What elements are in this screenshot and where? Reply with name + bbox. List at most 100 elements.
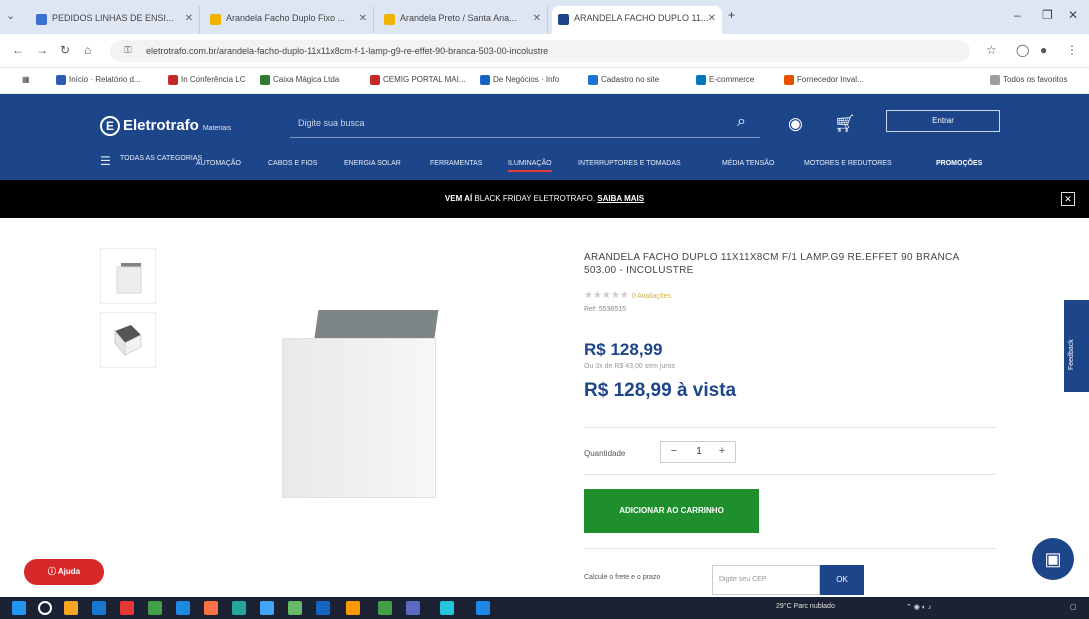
taskbar-search-icon[interactable]: [38, 601, 52, 615]
close-icon[interactable]: ✕: [533, 13, 541, 24]
product-main-image[interactable]: [282, 310, 439, 498]
tab-search-icon[interactable]: ⌄: [6, 9, 26, 25]
nav-automacao[interactable]: AUTOMAÇÃO: [196, 160, 241, 167]
reload-icon[interactable]: ↻: [60, 43, 70, 57]
nav-cabos-e-fios[interactable]: CABOS E FIOS: [268, 160, 317, 167]
lamp-side-thumb-icon: [114, 325, 142, 357]
browser-menu-icon[interactable]: ⋮: [1066, 43, 1078, 57]
quantity-label: Quantidade: [584, 449, 626, 458]
calculate-shipping-button[interactable]: OK: [820, 565, 864, 595]
taskbar-app-icon[interactable]: [288, 601, 302, 615]
browser-tab-3[interactable]: Arandela Preto / Santa Ana... ✕: [378, 6, 548, 34]
bookmark-favicon: [56, 75, 66, 85]
minimize-icon[interactable]: –: [1014, 8, 1021, 22]
site-logo[interactable]: E Eletrotrafo Materiais: [100, 116, 231, 136]
taskbar-app-icon[interactable]: [176, 601, 190, 615]
bookmark-item[interactable]: In Conferência LC: [168, 75, 246, 85]
rating-stars[interactable]: ★★★★★ 0 Avaliações: [584, 290, 671, 301]
login-button[interactable]: Entrar: [886, 110, 1000, 132]
url-bar[interactable]: ⚿ eletrotrafo.com.br/arandela-facho-dupl…: [110, 40, 970, 62]
close-icon[interactable]: ✕: [708, 13, 716, 24]
apps-grid-icon[interactable]: ▦: [22, 75, 30, 84]
banner-close-icon[interactable]: ✕: [1061, 192, 1075, 206]
taskbar-app-icon[interactable]: [92, 601, 106, 615]
quantity-stepper: − 1 +: [660, 441, 736, 463]
windows-start-icon[interactable]: [12, 601, 26, 615]
bookmark-item[interactable]: Início · Relatório d...: [56, 75, 141, 85]
weather-widget[interactable]: 29°C Parc nublado: [776, 603, 835, 610]
profile-avatar-icon[interactable]: ●: [1040, 43, 1047, 57]
logo-mark-icon: E: [100, 116, 120, 136]
quantity-value[interactable]: 1: [691, 446, 707, 457]
bookmark-label: Cadastro no site: [601, 75, 660, 84]
search-icon[interactable]: ⌕: [737, 113, 746, 131]
taskbar-app-icon[interactable]: [260, 601, 274, 615]
task-view-icon[interactable]: [64, 601, 78, 615]
increase-quantity-button[interactable]: +: [715, 445, 729, 457]
taskbar-app-icon[interactable]: [120, 601, 134, 615]
taskbar-app-icon[interactable]: [204, 601, 218, 615]
all-bookmarks-folder[interactable]: Todos os favoritos: [990, 75, 1067, 85]
folder-icon: [990, 75, 1000, 85]
divider: [584, 548, 996, 549]
help-button[interactable]: ⓘ Ajuda: [24, 559, 104, 585]
cart-icon[interactable]: 🛒︎: [834, 114, 856, 134]
close-icon[interactable]: ✕: [185, 13, 193, 24]
bookmark-star-icon[interactable]: ☆: [986, 43, 997, 57]
chat-bubble-icon[interactable]: ▣: [1032, 538, 1074, 580]
notifications-icon[interactable]: ▢: [1070, 603, 1077, 611]
banner-link[interactable]: SAIBA MAIS: [597, 194, 644, 203]
browser-tab-active[interactable]: ARANDELA FACHO DUPLO 11... ✕: [552, 6, 722, 34]
bookmark-item[interactable]: E-commerce: [696, 75, 754, 85]
restore-icon[interactable]: ❐: [1042, 8, 1053, 22]
nav-motores[interactable]: MOTORES E REDUTORES: [804, 160, 892, 167]
nav-interruptores[interactable]: INTERRUPTORES E TOMADAS: [578, 160, 681, 167]
bookmark-item[interactable]: Cadastro no site: [588, 75, 660, 85]
add-to-cart-button[interactable]: ADICIONAR AO CARRINHO: [584, 489, 759, 533]
back-arrow-icon[interactable]: ←: [12, 43, 24, 57]
taskbar-app-icon[interactable]: [378, 601, 392, 615]
bookmark-label: In Conferência LC: [181, 75, 246, 84]
bookmark-item[interactable]: Fornecedor Inval...: [784, 75, 864, 85]
system-tray-icons[interactable]: ⌃ ◉ ◐ ♪: [906, 603, 932, 611]
bookmark-label: CEMIG PORTAL MAI...: [383, 75, 466, 84]
bookmark-favicon: [370, 75, 380, 85]
nav-iluminacao[interactable]: ILUMINAÇÃO: [508, 160, 552, 172]
nav-energia-solar[interactable]: ENERGIA SOLAR: [344, 160, 401, 167]
taskbar-app-icon[interactable]: [440, 601, 454, 615]
browser-tab-2[interactable]: Arandela Facho Duplo Fixo ... ✕: [204, 6, 374, 34]
taskbar-app-icon[interactable]: [406, 601, 420, 615]
chrome-taskbar-icon[interactable]: [346, 601, 360, 615]
bookmark-label: Fornecedor Inval...: [797, 75, 864, 84]
bookmark-item[interactable]: De Negócios · Info: [480, 75, 559, 85]
review-count[interactable]: 0 Avaliações: [632, 293, 671, 300]
site-info-icon[interactable]: ⚿: [124, 45, 132, 56]
browser-tab-1[interactable]: PEDIDOS LINHAS DE ENSI... ✕: [30, 6, 200, 34]
extensions-icon[interactable]: ◯: [1016, 43, 1029, 57]
cep-input[interactable]: Digite seu CEP: [712, 565, 820, 595]
taskbar-app-icon[interactable]: [148, 601, 162, 615]
search-input[interactable]: [298, 114, 718, 132]
all-categories-menu[interactable]: ☰ TODAS AS CATEGORIAS: [100, 154, 202, 167]
taskbar-app-icon[interactable]: [316, 601, 330, 615]
bookmark-item[interactable]: Caixa Mágica Ltda: [260, 75, 339, 85]
tab-label-4: ARANDELA FACHO DUPLO 11...: [574, 13, 709, 23]
taskbar-app-icon[interactable]: [476, 601, 490, 615]
decrease-quantity-button[interactable]: −: [667, 445, 681, 457]
forward-arrow-icon[interactable]: →: [36, 43, 48, 57]
bookmark-item[interactable]: CEMIG PORTAL MAI...: [370, 75, 466, 85]
product-thumbnail-1[interactable]: [100, 248, 156, 304]
new-tab-button[interactable]: +: [728, 8, 735, 22]
taskbar-app-icon[interactable]: [232, 601, 246, 615]
user-account-icon[interactable]: ◉: [788, 114, 803, 134]
nav-promocoes[interactable]: PROMOÇÕES: [936, 160, 982, 167]
close-icon[interactable]: ✕: [359, 13, 367, 24]
nav-media-tensao[interactable]: MÉDIA TENSÃO: [722, 160, 774, 167]
address-bar-row: ← → ↻ ⌂ ⚿ eletrotrafo.com.br/arandela-fa…: [0, 34, 1089, 68]
feedback-tab[interactable]: Feedback: [1064, 300, 1089, 392]
nav-ferramentas[interactable]: FERRAMENTAS: [430, 160, 482, 167]
home-icon[interactable]: ⌂: [84, 43, 91, 57]
window-close-icon[interactable]: ✕: [1068, 8, 1078, 22]
product-thumbnail-2[interactable]: [100, 312, 156, 368]
tab-favicon-1: [36, 14, 47, 25]
